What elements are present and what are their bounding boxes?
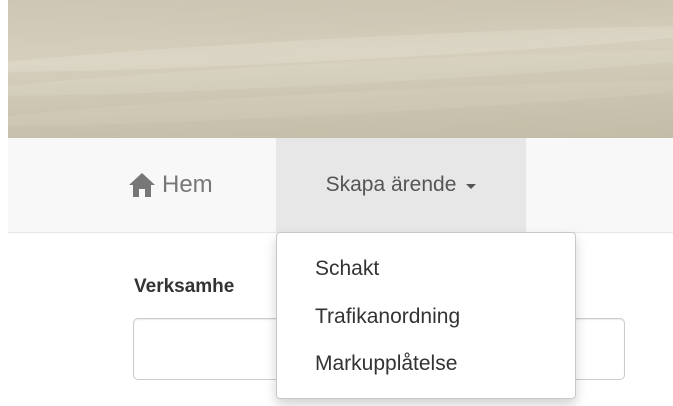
create-case-menu: Schakt Trafikanordning Markupplåtelse <box>276 232 576 399</box>
menu-item-trafikanordning[interactable]: Trafikanordning <box>315 305 460 329</box>
nav-create-case-label: Skapa ärende <box>325 173 457 196</box>
caret-down-icon <box>466 184 477 189</box>
nav-home-link[interactable]: Hem <box>128 138 213 232</box>
home-icon <box>128 172 156 198</box>
menu-item-markupplatelse[interactable]: Markupplåtelse <box>315 352 457 376</box>
nav-create-case-dropdown[interactable]: Skapa ärende <box>276 138 526 232</box>
field-label: Verksamhe <box>134 276 235 297</box>
header-banner <box>8 0 673 138</box>
nav-home-label: Hem <box>162 171 213 198</box>
menu-item-schakt[interactable]: Schakt <box>315 257 379 281</box>
